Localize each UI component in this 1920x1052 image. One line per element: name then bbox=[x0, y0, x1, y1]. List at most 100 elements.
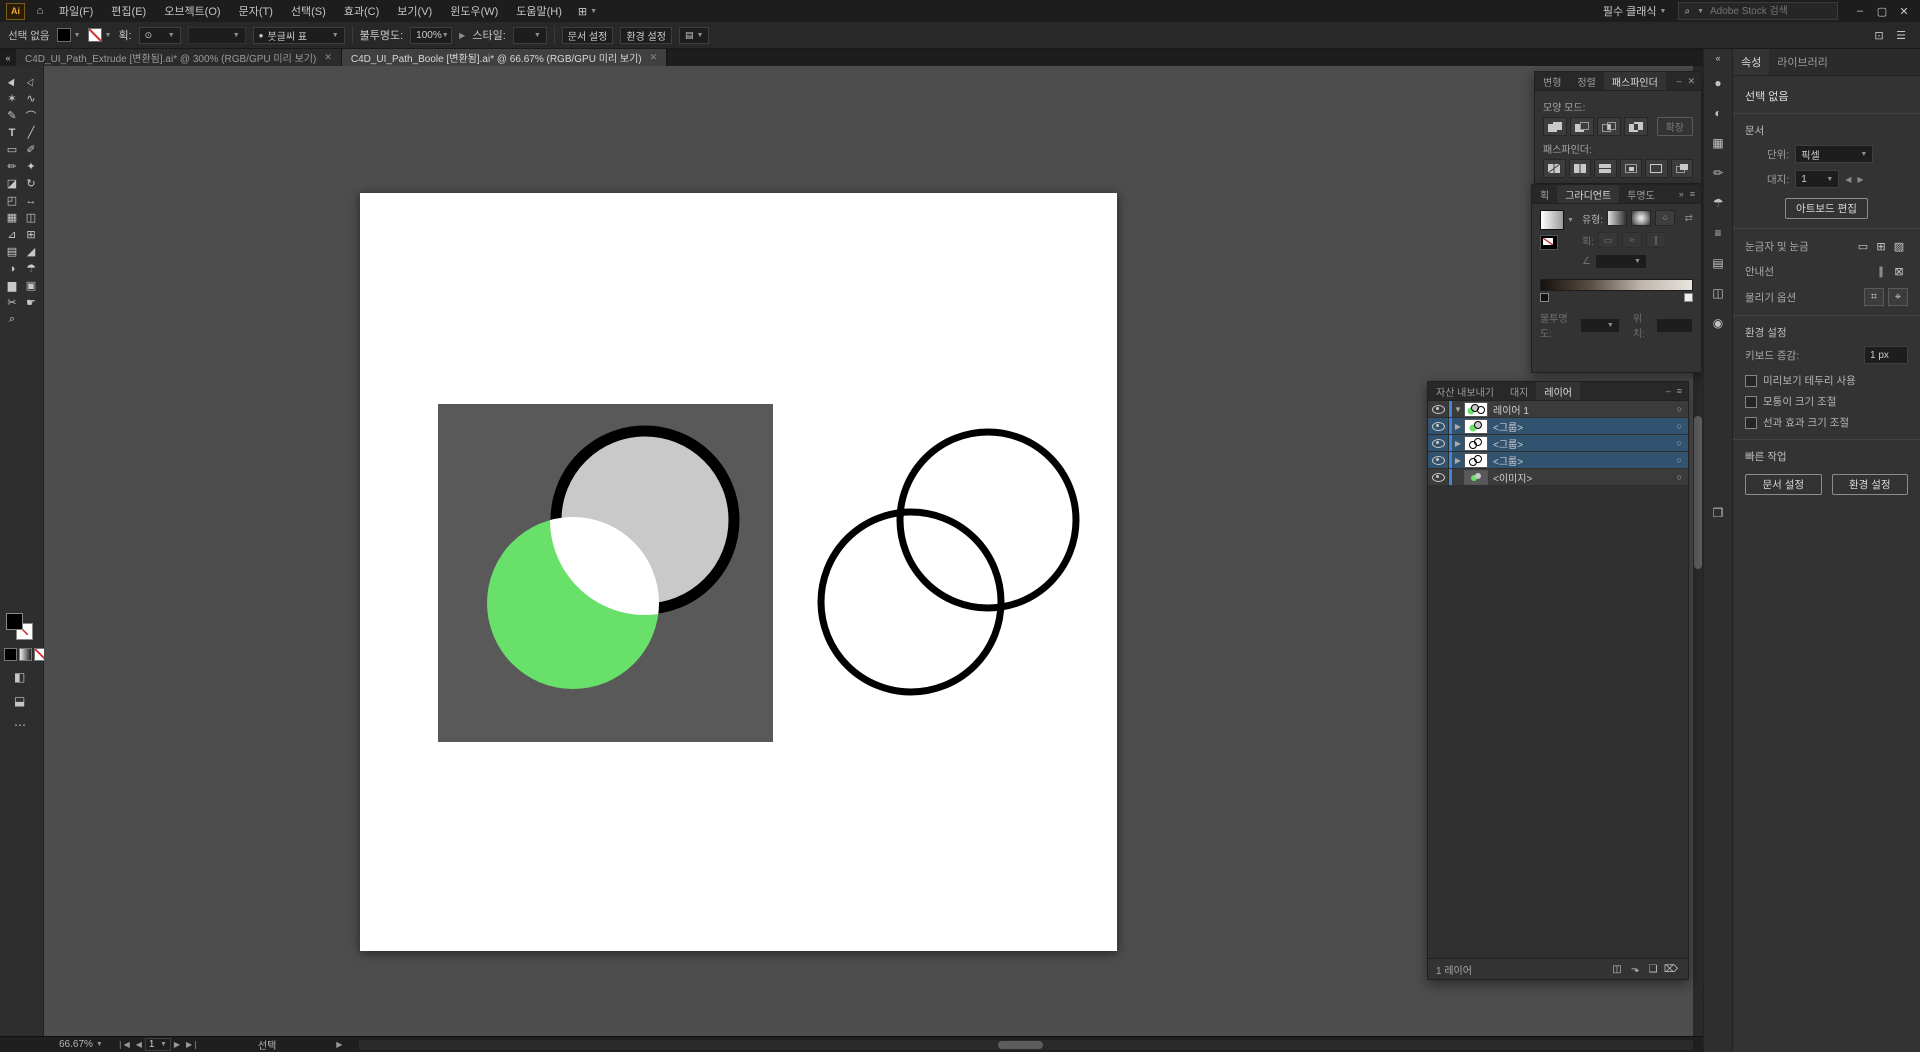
curvature-tool[interactable]: ⌒ bbox=[22, 108, 41, 123]
edit-toolbar-icon[interactable]: ⋯ bbox=[14, 718, 26, 732]
merge-icon[interactable] bbox=[1594, 159, 1617, 178]
type-tool[interactable]: T bbox=[3, 125, 22, 140]
snap-to-pixel-icon[interactable]: ⌗ bbox=[1864, 288, 1884, 306]
units-dropdown[interactable]: 픽셀 ▼ bbox=[1795, 145, 1874, 163]
layer-name[interactable]: <그룹> bbox=[1493, 453, 1523, 468]
first-artboard-icon[interactable]: ❘◀ bbox=[117, 1040, 130, 1049]
checkbox-icon[interactable] bbox=[1745, 416, 1757, 429]
tab-artboards[interactable]: 대지 bbox=[1502, 382, 1536, 400]
artboard-nav-dropdown[interactable]: 1 ▼ bbox=[144, 1038, 171, 1051]
visibility-cell[interactable] bbox=[1428, 452, 1449, 468]
checkbox-icon[interactable] bbox=[1745, 395, 1757, 408]
crop-icon[interactable] bbox=[1619, 159, 1642, 178]
make-clip-mask-icon[interactable]: ◫ bbox=[1608, 964, 1626, 975]
swatches-panel-icon[interactable]: ▦ bbox=[1708, 133, 1728, 153]
preview-bounds-checkbox[interactable]: 미리보기 테두리 사용 bbox=[1745, 373, 1908, 388]
delete-layer-icon[interactable]: ⌦ bbox=[1662, 964, 1680, 975]
opacity-value-dropdown[interactable]: 100% ▼ bbox=[410, 26, 453, 44]
preferences-button[interactable]: 환경 설정 bbox=[620, 26, 672, 44]
gradient-stop-left[interactable] bbox=[1540, 293, 1549, 302]
stroke-across-icon[interactable]: ∥ bbox=[1645, 232, 1666, 248]
gradient-panel-icon[interactable]: ▤ bbox=[1708, 253, 1728, 273]
tab-stroke[interactable]: 획 bbox=[1532, 185, 1557, 203]
eye-icon[interactable] bbox=[1431, 472, 1445, 482]
zoom-control[interactable]: 66.67% ▼ bbox=[59, 1039, 103, 1050]
show-guides-icon[interactable]: ∥ bbox=[1872, 263, 1890, 279]
symbol-sprayer-tool[interactable]: ☂ bbox=[22, 261, 41, 276]
last-artboard-icon[interactable]: ▶❘ bbox=[186, 1040, 199, 1049]
graphic-style-dropdown[interactable]: ▼ bbox=[512, 26, 547, 44]
collapsed-chevron-icon[interactable]: ▶ bbox=[1452, 422, 1464, 431]
mesh-tool[interactable]: ⊞ bbox=[22, 227, 41, 242]
workspace-switcher[interactable]: 필수 클래식 ▼ bbox=[1603, 3, 1667, 19]
tab-asset-export[interactable]: 자산 내보내기 bbox=[1428, 382, 1502, 400]
eye-icon[interactable] bbox=[1431, 421, 1445, 431]
color-panel-icon[interactable]: ● bbox=[1708, 73, 1728, 93]
tab-pathfinder[interactable]: 패스파인더 bbox=[1603, 72, 1666, 90]
new-sublayer-icon[interactable]: ⬎ bbox=[1626, 964, 1644, 975]
close-panel-icon[interactable]: ✕ bbox=[1687, 76, 1695, 87]
target-circle-icon[interactable]: ○ bbox=[1677, 438, 1682, 448]
artboard-tool[interactable]: ▣ bbox=[22, 278, 41, 293]
width-tool[interactable]: ↔ bbox=[22, 193, 41, 208]
shape-builder-tool[interactable]: ◫ bbox=[22, 210, 41, 225]
stroke-along-icon[interactable]: ≈ bbox=[1621, 232, 1642, 248]
menu-object[interactable]: 오브젝트(O) bbox=[156, 3, 228, 19]
gradient-button[interactable] bbox=[19, 648, 32, 661]
stock-search[interactable]: ⌕ ▼ bbox=[1678, 2, 1838, 20]
visibility-cell[interactable] bbox=[1428, 435, 1449, 451]
panel-dock-toggle-icon[interactable]: ⊡ bbox=[1868, 29, 1890, 42]
layer-name[interactable]: <그룹> bbox=[1493, 436, 1523, 451]
hand-tool[interactable]: ☛ bbox=[22, 295, 41, 310]
unite-icon[interactable] bbox=[1543, 117, 1567, 136]
visibility-cell[interactable] bbox=[1428, 469, 1449, 485]
collapse-to-icons-icon[interactable]: » bbox=[1679, 189, 1684, 199]
document-setup-button[interactable]: 문서 설정 bbox=[561, 26, 614, 44]
lock-guides-icon[interactable]: ⊠ bbox=[1890, 263, 1908, 279]
maximize-window-icon[interactable]: ▢ bbox=[1872, 5, 1892, 18]
symbols-panel-icon[interactable]: ☂ bbox=[1708, 193, 1728, 213]
direct-selection-tool[interactable]: ▷ bbox=[22, 74, 41, 89]
quick-document-setup-button[interactable]: 문서 설정 bbox=[1745, 474, 1822, 495]
pencil-tool[interactable]: ✏ bbox=[3, 159, 22, 174]
menu-window[interactable]: 윈도우(W) bbox=[442, 3, 506, 19]
gradient-stroke-proxy[interactable] bbox=[1540, 235, 1558, 250]
pen-tool[interactable]: ✎ bbox=[3, 108, 22, 123]
column-graph-tool[interactable]: ▆ bbox=[3, 278, 22, 293]
tab-gradient[interactable]: 그라디언트 bbox=[1557, 185, 1620, 203]
tab-transparency[interactable]: 투명도 bbox=[1619, 185, 1663, 203]
color-button[interactable] bbox=[4, 648, 17, 661]
tab-libraries[interactable]: 라이브러리 bbox=[1769, 49, 1836, 75]
lasso-tool[interactable]: ∿ bbox=[22, 91, 41, 106]
layer-row[interactable]: <이미지> ○ bbox=[1428, 469, 1688, 486]
next-artboard-icon[interactable]: ▶ bbox=[1857, 175, 1863, 184]
checkbox-icon[interactable] bbox=[1745, 374, 1757, 387]
exclude-icon[interactable] bbox=[1624, 117, 1648, 136]
artboard-dropdown[interactable]: 1 ▼ bbox=[1795, 170, 1840, 188]
intersect-icon[interactable] bbox=[1597, 117, 1621, 136]
layer-row[interactable]: ▼ 레이어 1 ○ bbox=[1428, 401, 1688, 418]
collapsed-chevron-icon[interactable]: ▶ bbox=[1452, 456, 1464, 465]
home-icon[interactable]: ⌂ bbox=[31, 5, 49, 17]
outline-icon[interactable] bbox=[1645, 159, 1668, 178]
gradient-stop-right[interactable] bbox=[1684, 293, 1693, 302]
control-extra-dropdown[interactable]: ▤ ▼ bbox=[678, 26, 710, 44]
layer-row[interactable]: ▶ <그룹> ○ bbox=[1428, 452, 1688, 469]
paintbrush-tool[interactable]: ✐ bbox=[22, 142, 41, 157]
eye-icon[interactable] bbox=[1431, 438, 1445, 448]
appearance-panel-icon[interactable]: ◉ bbox=[1708, 313, 1728, 333]
variable-width-profile-dropdown[interactable]: ▼ bbox=[187, 26, 246, 44]
rectangle-tool[interactable]: ▭ bbox=[3, 142, 22, 157]
line-segment-tool[interactable]: ╱ bbox=[22, 125, 41, 140]
divide-icon[interactable] bbox=[1543, 159, 1566, 178]
edit-artboards-button[interactable]: 아트보드 편집 bbox=[1785, 198, 1868, 219]
layer-name[interactable]: 레이어 1 bbox=[1493, 402, 1529, 417]
snap-to-grid-icon[interactable]: ⌖ bbox=[1888, 288, 1908, 306]
angle-dropdown[interactable]: ▼ bbox=[1594, 254, 1647, 269]
linear-gradient-icon[interactable] bbox=[1607, 210, 1628, 226]
screen-mode-icon[interactable]: ⬓ bbox=[14, 694, 25, 708]
slice-tool[interactable]: ✂ bbox=[3, 295, 22, 310]
expand-dock-icon[interactable]: « bbox=[1715, 53, 1720, 63]
visibility-cell[interactable] bbox=[1428, 401, 1449, 417]
menu-effect[interactable]: 효과(C) bbox=[336, 3, 388, 19]
